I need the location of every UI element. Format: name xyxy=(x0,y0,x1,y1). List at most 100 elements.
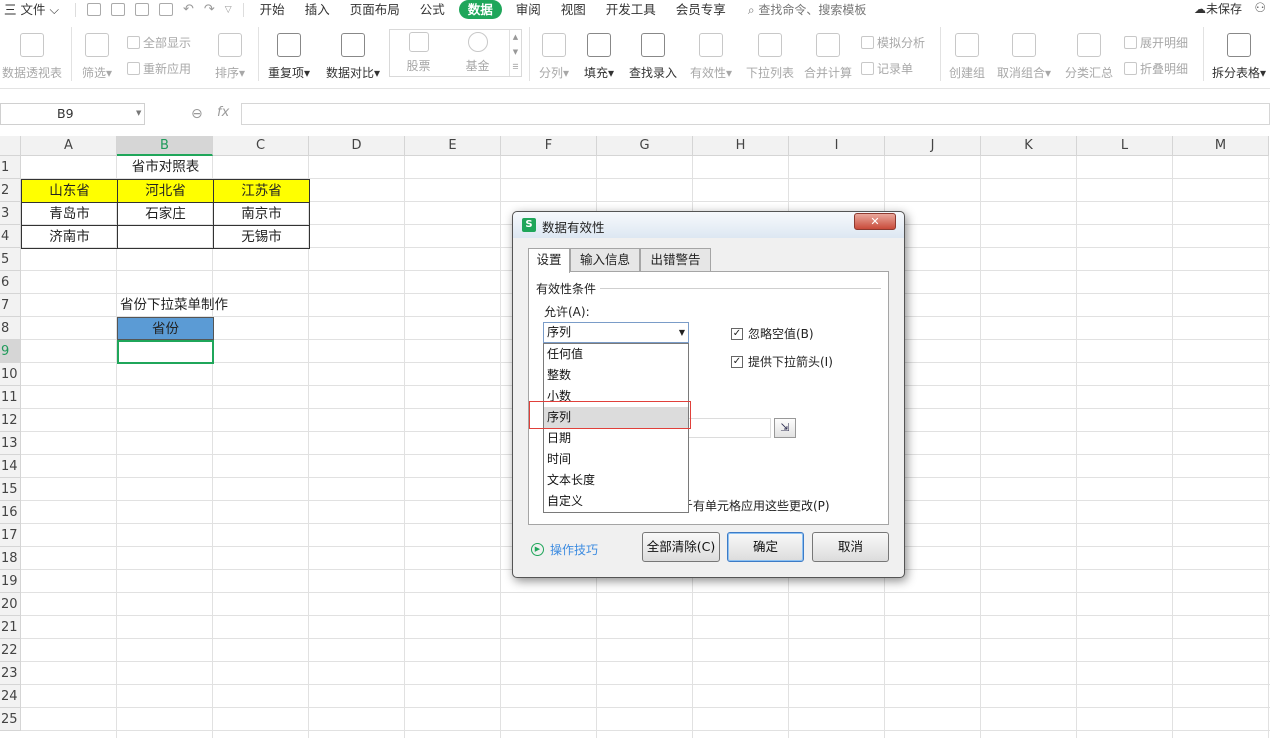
what-if-button[interactable]: 模拟分析 xyxy=(861,34,925,51)
row-header-25[interactable]: 25 xyxy=(0,708,21,731)
tab-input-message[interactable]: 输入信息 xyxy=(570,248,640,272)
row-header-9[interactable]: 9 xyxy=(0,340,21,363)
row-header-18[interactable]: 18 xyxy=(0,547,21,570)
tab-insert[interactable]: 插入 xyxy=(295,0,340,19)
row-header-8[interactable]: 8 xyxy=(0,317,21,340)
table-title[interactable]: 省市对照表 xyxy=(21,156,310,179)
column-header-H[interactable]: H xyxy=(693,136,789,156)
cell-C4[interactable]: 无锡市 xyxy=(213,225,310,249)
in-cell-dropdown-checkbox[interactable]: ✓ 提供下拉箭头(I) xyxy=(731,353,833,370)
option-custom[interactable]: 自定义 xyxy=(544,491,688,512)
row-header-22[interactable]: 22 xyxy=(0,639,21,662)
name-box[interactable]: B9 xyxy=(0,103,145,125)
tab-developer[interactable]: 开发工具 xyxy=(596,0,666,19)
tab-formulas[interactable]: 公式 xyxy=(410,0,455,19)
print-preview-icon[interactable] xyxy=(158,3,173,16)
pivot-table-button[interactable]: 数据透视表 xyxy=(0,33,64,81)
chevron-down-icon[interactable]: ▼ xyxy=(679,323,685,342)
cell-C3[interactable]: 南京市 xyxy=(213,202,310,226)
dropdown-list-button[interactable]: 下拉列表 xyxy=(743,33,797,81)
row-header-13[interactable]: 13 xyxy=(0,432,21,455)
fill-button[interactable]: 填充▾ xyxy=(580,33,618,81)
row-header-1[interactable]: 1 xyxy=(0,156,21,179)
column-header-E[interactable]: E xyxy=(405,136,501,156)
option-whole-number[interactable]: 整数 xyxy=(544,365,688,386)
row-header-17[interactable]: 17 xyxy=(0,524,21,547)
close-button[interactable]: ✕ xyxy=(854,213,896,230)
consolidate-button[interactable]: 合并计算 xyxy=(801,33,855,81)
data-compare-button[interactable]: 数据对比▾ xyxy=(322,33,384,81)
column-header-A[interactable]: A xyxy=(21,136,117,156)
validity-button[interactable]: 有效性▾ xyxy=(686,33,736,81)
clear-all-button[interactable]: 全部清除(C) xyxy=(642,532,720,562)
tab-member[interactable]: 会员专享 xyxy=(666,0,736,19)
ignore-blank-checkbox[interactable]: ✓ 忽略空值(B) xyxy=(731,325,814,342)
cell-B7[interactable]: 省份下拉菜单制作 xyxy=(117,294,257,317)
show-all-button[interactable]: 全部显示 xyxy=(127,34,191,51)
user-icon[interactable]: ⚇ xyxy=(1254,1,1266,16)
split-table-button[interactable]: 拆分表格▾ xyxy=(1209,33,1269,81)
column-header-C[interactable]: C xyxy=(213,136,309,156)
cell-B2[interactable]: 河北省 xyxy=(117,179,214,203)
option-time[interactable]: 时间 xyxy=(544,449,688,470)
cell-B8[interactable]: 省份 xyxy=(117,317,214,340)
column-header-I[interactable]: I xyxy=(789,136,885,156)
fx-icon[interactable]: fx xyxy=(217,105,229,120)
column-header-L[interactable]: L xyxy=(1077,136,1173,156)
row-header-19[interactable]: 19 xyxy=(0,570,21,593)
redo-icon[interactable]: ↷ xyxy=(204,2,215,17)
tab-data[interactable]: 数据 xyxy=(458,0,502,19)
find-entry-button[interactable]: 查找录入 xyxy=(626,33,680,81)
save-status[interactable]: ☁未保存 xyxy=(1194,0,1242,19)
duplicates-button[interactable]: 重复项▾ xyxy=(264,33,314,81)
row-header-10[interactable]: 10 xyxy=(0,363,21,386)
cell-A2[interactable]: 山东省 xyxy=(21,179,118,203)
row-header-23[interactable]: 23 xyxy=(0,662,21,685)
tab-settings[interactable]: 设置 xyxy=(528,248,570,273)
row-header-3[interactable]: 3 xyxy=(0,202,21,225)
command-search[interactable]: ⌕ 查找命令、搜索模板 xyxy=(748,1,867,18)
chevron-down-icon[interactable]: ▼ xyxy=(136,109,141,117)
row-header-5[interactable]: 5 xyxy=(0,248,21,271)
file-menu[interactable]: 三 文件 ⌵ xyxy=(0,0,69,19)
dialog-titlebar[interactable]: S 数据有效性 ✕ xyxy=(513,212,904,238)
save-icon[interactable] xyxy=(86,3,101,16)
row-header-6[interactable]: 6 xyxy=(0,271,21,294)
cancel-button[interactable]: 取消 xyxy=(812,532,889,562)
tab-error-alert[interactable]: 出错警告 xyxy=(640,248,711,272)
column-header-B[interactable]: B xyxy=(117,136,213,156)
cell-B3[interactable]: 石家庄 xyxy=(117,202,214,226)
row-header-4[interactable]: 4 xyxy=(0,225,21,248)
row-header-11[interactable]: 11 xyxy=(0,386,21,409)
filter-button[interactable]: 筛选▾ xyxy=(78,33,116,81)
formula-input[interactable] xyxy=(241,103,1270,125)
range-picker-icon[interactable]: ⇲ xyxy=(774,418,796,438)
stocks-funds-gallery[interactable]: 股票 基金 ▲ ▼ ☰ xyxy=(389,29,522,77)
cell-B4[interactable] xyxy=(117,225,214,249)
gallery-scroll[interactable]: ▲ ▼ ☰ xyxy=(509,30,521,76)
zoom-icon[interactable]: ⊖ xyxy=(191,106,203,122)
active-cell-B9[interactable] xyxy=(117,340,214,364)
column-header-G[interactable]: G xyxy=(597,136,693,156)
allow-select[interactable]: 序列 ▼ xyxy=(543,322,689,343)
column-header-M[interactable]: M xyxy=(1173,136,1269,156)
option-text-length[interactable]: 文本长度 xyxy=(544,470,688,491)
row-header-12[interactable]: 12 xyxy=(0,409,21,432)
undo-icon[interactable]: ↶ xyxy=(183,2,194,17)
column-header-F[interactable]: F xyxy=(501,136,597,156)
sort-button[interactable]: 排序▾ xyxy=(210,33,250,81)
stocks-button[interactable]: 股票 xyxy=(396,32,441,74)
apply-all-label[interactable]: 斤有单元格应用这些更改(P) xyxy=(681,497,830,514)
row-header-14[interactable]: 14 xyxy=(0,455,21,478)
row-header-2[interactable]: 2 xyxy=(0,179,21,202)
ungroup-button[interactable]: 取消组合▾ xyxy=(994,33,1054,81)
reapply-button[interactable]: 重新应用 xyxy=(127,60,191,77)
create-group-button[interactable]: 创建组 xyxy=(946,33,988,81)
expand-detail-button[interactable]: 展开明细 xyxy=(1124,34,1188,51)
record-sheet-button[interactable]: 记录单 xyxy=(861,60,913,77)
tips-link[interactable]: ▶ 操作技巧 xyxy=(531,541,598,558)
option-any-value[interactable]: 任何值 xyxy=(544,344,688,365)
option-date[interactable]: 日期 xyxy=(544,428,688,449)
column-header-D[interactable]: D xyxy=(309,136,405,156)
row-header-7[interactable]: 7 xyxy=(0,294,21,317)
